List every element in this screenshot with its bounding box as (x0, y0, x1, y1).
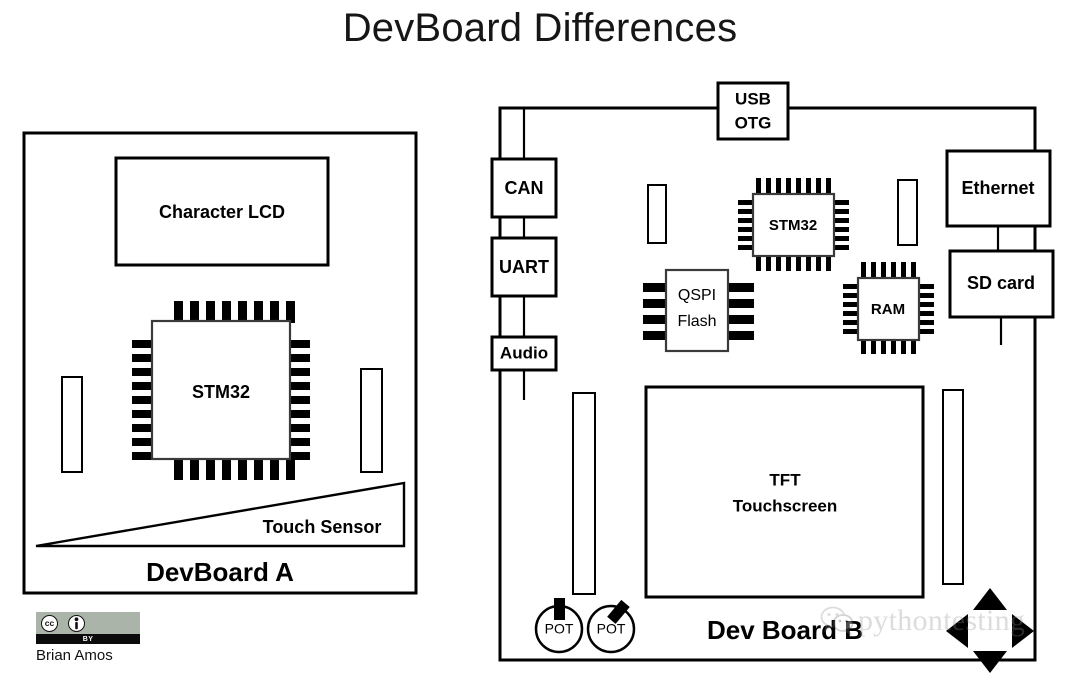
person-circle-icon (68, 614, 85, 632)
qspi-flash-label-line2: Flash (677, 313, 716, 330)
license-author: Brian Amos (36, 647, 113, 664)
can-label: CAN (505, 178, 544, 198)
board-b-connector-small-right[interactable] (897, 179, 918, 246)
tft-label-line2: Touchscreen (733, 496, 838, 515)
board-a-name: DevBoard A (146, 557, 294, 587)
stm32-a-label: STM32 (192, 382, 250, 402)
tft-touchscreen-box (644, 385, 925, 599)
board-b-connector-small-left[interactable] (647, 184, 667, 244)
ram-label: RAM (871, 301, 905, 318)
cc-badge-top-band: cc (36, 612, 140, 634)
cc-circle-icon: cc (41, 614, 58, 632)
board-b-group: USB OTG CAN UART Audio Ethernet SD card … (490, 81, 1055, 673)
devboard-comparison-diagram: Character LCD STM32 Touch Sensor DevBoar… (22, 81, 1055, 673)
board-a-group: Character LCD STM32 Touch Sensor DevBoar… (22, 131, 418, 595)
touch-sensor-label: Touch Sensor (263, 517, 382, 537)
board-b-name: Dev Board B (707, 615, 863, 645)
qspi-flash-body (664, 268, 730, 353)
board-b-uart[interactable]: UART (490, 236, 558, 298)
board-b-can[interactable]: CAN (490, 157, 558, 219)
audio-label: Audio (500, 343, 548, 362)
dpad-down-icon[interactable] (973, 651, 1007, 673)
diagram-canvas: DevBoard Differences Character LCD STM32… (0, 0, 1080, 687)
qspi-flash-label-line1: QSPI (678, 287, 716, 304)
tft-label-line1: TFT (769, 470, 801, 489)
board-a-stm32-chip[interactable]: STM32 (132, 301, 310, 480)
stm32-b-label: STM32 (769, 217, 817, 234)
board-b-connector-tall-right[interactable] (942, 389, 964, 585)
ethernet-label: Ethernet (961, 178, 1034, 198)
board-b-tft-touchscreen[interactable]: TFT Touchscreen (644, 385, 925, 599)
sdcard-label: SD card (967, 273, 1035, 293)
usb-otg-label-line2: OTG (735, 113, 772, 132)
board-b-connector-tall-left[interactable] (572, 392, 596, 595)
board-b-usb-otg[interactable]: USB OTG (716, 81, 790, 141)
character-lcd-label: Character LCD (159, 202, 285, 222)
board-b-sdcard[interactable]: SD card (948, 249, 1055, 319)
creative-commons-badge[interactable]: cc BY Brian Amos (36, 612, 140, 664)
board-a-connector-left[interactable] (61, 376, 83, 473)
uart-label: UART (499, 257, 549, 277)
pot-1-indicator (554, 598, 565, 620)
cc-badge-bottom-band: BY (36, 634, 140, 644)
board-a-character-lcd[interactable]: Character LCD (114, 156, 330, 267)
usb-otg-label-line1: USB (735, 89, 771, 108)
board-a-connector-right[interactable] (360, 368, 383, 473)
board-b-ethernet[interactable]: Ethernet (945, 149, 1052, 228)
pot-2-label: POT (597, 621, 626, 637)
pot-1-label: POT (545, 621, 574, 637)
cc-by-label: BY (82, 635, 94, 643)
person-glyph-icon (74, 616, 79, 629)
board-b-audio[interactable]: Audio (490, 335, 558, 372)
